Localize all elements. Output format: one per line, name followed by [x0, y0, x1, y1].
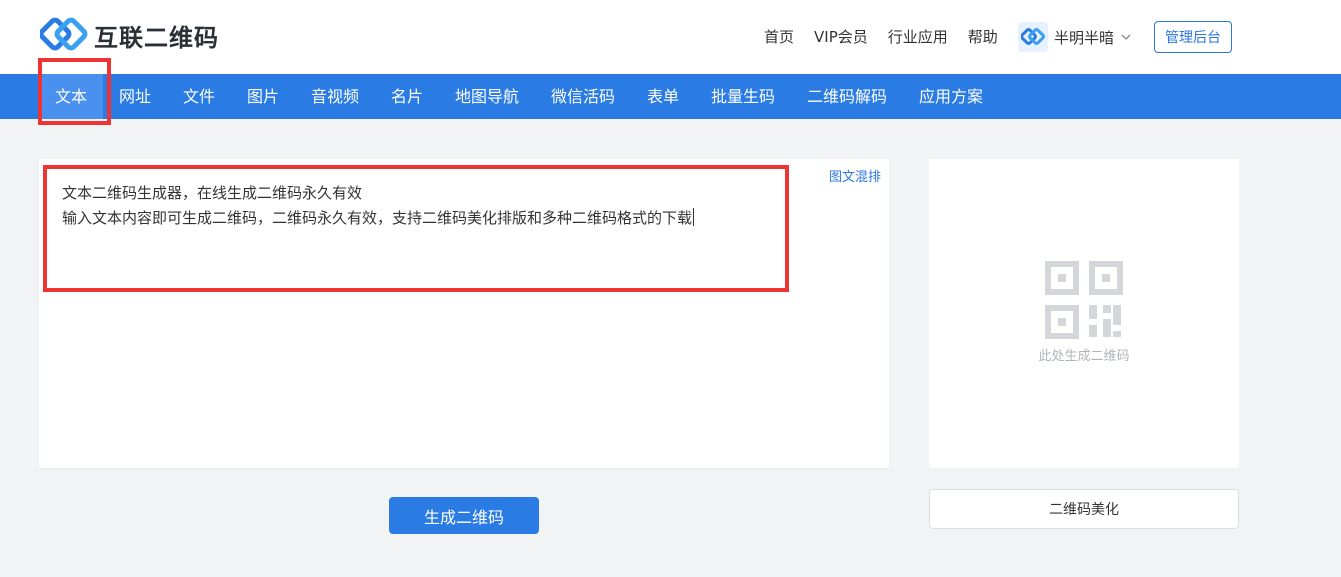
top-link-industry[interactable]: 行业应用: [888, 26, 948, 47]
generate-qr-button[interactable]: 生成二维码: [389, 497, 539, 534]
brand-name: 互联二维码: [94, 23, 219, 52]
top-link-help[interactable]: 帮助: [968, 26, 998, 47]
user-name: 半明半暗: [1054, 28, 1115, 47]
nav-item-form[interactable]: 表单: [647, 74, 679, 119]
editor-line-2: 输入文本内容即可生成二维码，二维码永久有效，支持二维码美化排版和多种二维码格式的…: [62, 209, 693, 227]
nav-item-batch[interactable]: 批量生码: [711, 74, 775, 119]
admin-button[interactable]: 管理后台: [1154, 21, 1232, 53]
mix-layout-link[interactable]: 图文混排: [829, 166, 881, 185]
preview-hint: 此处生成二维码: [1038, 349, 1130, 364]
nav-item-file[interactable]: 文件: [183, 74, 215, 119]
qr-beautify-button[interactable]: 二维码美化: [929, 489, 1239, 529]
logo[interactable]: 互联二维码: [40, 17, 219, 53]
category-nav: 文本 网址 文件 图片 音视频 名片 地图导航 微信活码 表单 批量生码 二维码…: [0, 74, 1341, 119]
editor-line-2-wrap: 输入文本内容即可生成二维码，二维码永久有效，支持二维码美化排版和多种二维码格式的…: [62, 206, 695, 231]
top-links: 首页 VIP会员 行业应用 帮助: [764, 26, 1018, 47]
nav-item-decode[interactable]: 二维码解码: [807, 74, 887, 119]
header: 互联二维码 首页 VIP会员 行业应用 帮助 半明半暗 管理后台: [0, 0, 1341, 74]
chevron-down-icon: [1121, 34, 1131, 40]
nav-item-solutions[interactable]: 应用方案: [919, 74, 983, 119]
top-link-home[interactable]: 首页: [764, 26, 794, 47]
editor-line-1: 文本二维码生成器，在线生成二维码永久有效: [62, 184, 363, 202]
nav-item-map[interactable]: 地图导航: [455, 74, 519, 119]
nav-item-image[interactable]: 图片: [247, 74, 279, 119]
nav-item-card[interactable]: 名片: [391, 74, 423, 119]
qr-preview-panel: 此处生成二维码: [929, 159, 1239, 468]
nav-item-url[interactable]: 网址: [119, 74, 151, 119]
editor-content[interactable]: 文本二维码生成器，在线生成二维码永久有效 输入文本内容即可生成二维码，二维码永久…: [62, 181, 695, 231]
logo-icon: [40, 17, 88, 51]
qr-code-icon: [1045, 261, 1123, 339]
nav-item-text[interactable]: 文本: [39, 74, 104, 119]
top-link-vip[interactable]: VIP会员: [814, 26, 868, 47]
user-logo-icon: [1021, 28, 1045, 45]
nav-item-wechat[interactable]: 微信活码: [551, 74, 615, 119]
text-editor[interactable]: 图文混排 文本二维码生成器，在线生成二维码永久有效 输入文本内容即可生成二维码，…: [39, 159, 889, 468]
nav-item-media[interactable]: 音视频: [311, 74, 359, 119]
text-caret: [693, 208, 695, 226]
avatar: [1018, 22, 1048, 52]
user-menu[interactable]: 半明半暗: [1018, 22, 1132, 52]
